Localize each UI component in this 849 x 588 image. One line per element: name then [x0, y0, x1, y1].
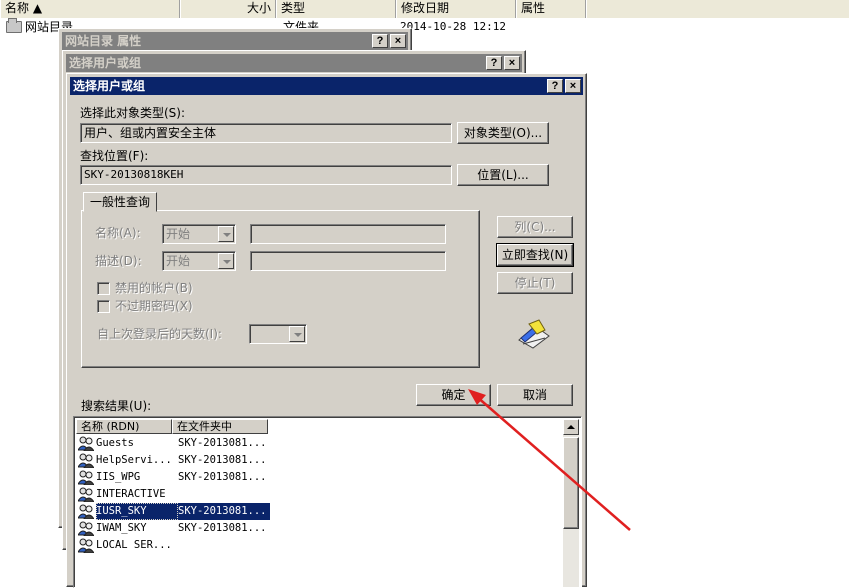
annotation-arrow: [468, 389, 631, 531]
